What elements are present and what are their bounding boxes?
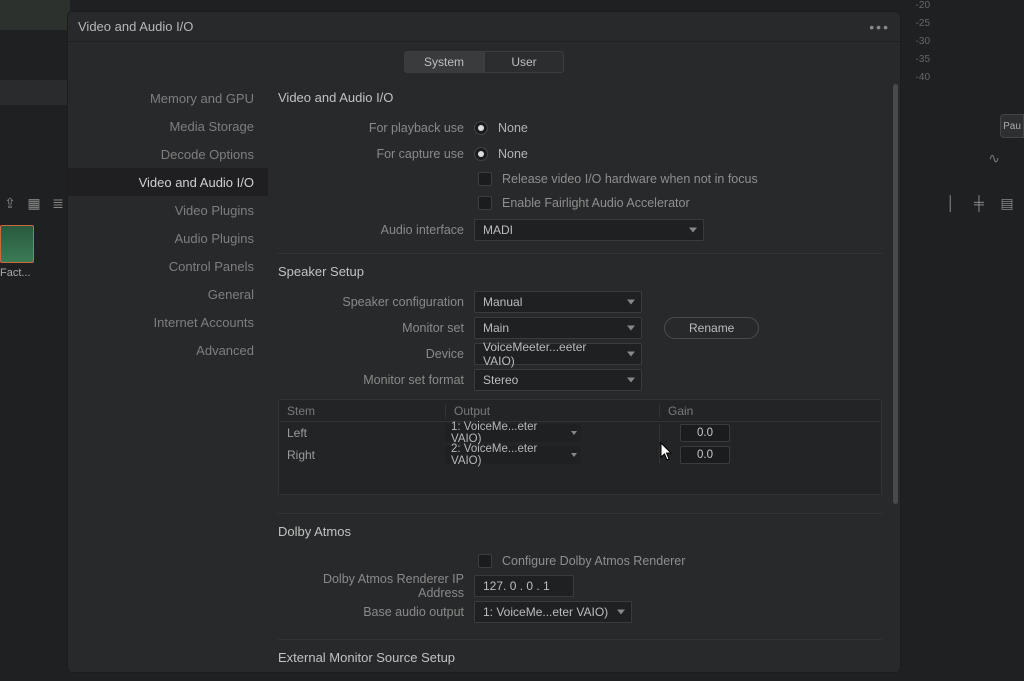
meter-ticks: -20 -25 -30 -35 -40 [916,0,930,90]
mixer-icon[interactable]: ╪ [970,194,988,212]
device-label: Device [278,347,464,361]
col-gain: Gain [659,404,881,418]
layout-icon[interactable]: ▤ [998,194,1016,212]
playback-label: For playback use [278,121,464,135]
monitor-set-format-label: Monitor set format [278,373,464,387]
stem-name: Right [279,448,445,462]
section-external-monitor: External Monitor Source Setup [278,650,882,665]
release-hw-label: Release video I/O hardware when not in f… [502,172,758,186]
configure-atmos-checkbox[interactable] [478,554,492,568]
stem-output-select[interactable]: 1: VoiceMe...eter VAIO) [445,424,581,442]
sidebar-item-internet-accounts[interactable]: Internet Accounts [68,308,268,336]
stem-output-select[interactable]: 2: VoiceMe...eter VAIO) [445,446,581,464]
sidebar-item-advanced[interactable]: Advanced [68,336,268,364]
capture-radio[interactable] [474,147,488,161]
rename-button[interactable]: Rename [664,317,759,339]
speaker-config-select[interactable]: Manual [474,291,642,313]
stem-output-table: Stem Output Gain Left 1: VoiceMe...eter … [278,399,882,495]
dialog-title: Video and Audio I/O [78,19,193,34]
content-scrollbar[interactable] [893,84,898,672]
divider [278,513,882,514]
monitor-set-select[interactable]: Main [474,317,642,339]
waveform-thumb [0,0,70,30]
sidebar-item-video-audio-io[interactable]: Video and Audio I/O [68,168,268,196]
chevron-down-icon [571,431,577,435]
section-video-audio-io: Video and Audio I/O [278,90,882,105]
sidebar-item-media-storage[interactable]: Media Storage [68,112,268,140]
divider [278,639,882,640]
clip-thumbnail[interactable] [0,225,34,263]
options-menu-icon[interactable]: ••• [869,19,890,35]
waveform-thumb-2 [0,80,70,105]
chevron-down-icon [627,378,635,383]
speaker-config-label: Speaker configuration [278,295,464,309]
tab-user[interactable]: User [484,51,564,73]
col-stem: Stem [279,404,445,418]
section-dolby-atmos: Dolby Atmos [278,524,882,539]
chevron-down-icon [617,610,625,615]
col-output: Output [445,404,659,418]
playback-value: None [498,121,528,135]
sidebar-item-video-plugins[interactable]: Video Plugins [68,196,268,224]
line-icon[interactable]: │ [942,194,960,212]
atmos-ip-field[interactable]: 127. 0 . 0 . 1 [474,575,574,597]
gain-input[interactable]: 0.0 [680,446,730,464]
table-row: Left 1: VoiceMe...eter VAIO) 0.0 [279,422,881,444]
capture-value: None [498,147,528,161]
clip-label: Fact... [0,267,31,279]
audio-interface-label: Audio interface [278,223,464,237]
sidebar-item-control-panels[interactable]: Control Panels [68,252,268,280]
capture-label: For capture use [278,147,464,161]
gain-input[interactable]: 0.0 [680,424,730,442]
pause-button[interactable]: Pau [1000,114,1024,138]
view-toolbar: ⇪ ▦ ≣ [0,190,70,216]
monitor-set-label: Monitor set [278,321,464,335]
stem-name: Left [279,426,445,440]
meter-panel: -20 -25 -30 -35 -40 [904,0,1024,200]
section-speaker-setup: Speaker Setup [278,264,882,279]
dialog-titlebar: Video and Audio I/O ••• [68,12,900,42]
fairlight-accel-checkbox[interactable] [478,196,492,210]
preferences-sidebar: Memory and GPU Media Storage Decode Opti… [68,78,268,672]
fairlight-accel-label: Enable Fairlight Audio Accelerator [502,196,690,210]
chevron-down-icon [571,453,577,457]
list-view-icon[interactable]: ≣ [50,195,66,211]
level-tabs: System User [68,46,900,78]
chevron-down-icon [627,300,635,305]
chevron-down-icon [627,352,635,357]
audio-interface-select[interactable]: MADI [474,219,704,241]
base-output-select[interactable]: 1: VoiceMe...eter VAIO) [474,601,632,623]
sidebar-item-audio-plugins[interactable]: Audio Plugins [68,224,268,252]
base-output-label: Base audio output [278,605,464,619]
chevron-down-icon [627,326,635,331]
import-icon[interactable]: ⇪ [2,195,18,211]
automation-icon[interactable]: ∿ [988,150,1000,167]
sidebar-item-memory-gpu[interactable]: Memory and GPU [68,84,268,112]
playback-radio[interactable] [474,121,488,135]
configure-atmos-label: Configure Dolby Atmos Renderer [502,554,685,568]
chevron-down-icon [689,228,697,233]
grid-view-icon[interactable]: ▦ [26,195,42,211]
preferences-content: Video and Audio I/O For playback use Non… [268,78,900,672]
divider [278,253,882,254]
device-select[interactable]: VoiceMeeter...eeter VAIO) [474,343,642,365]
tab-system[interactable]: System [404,51,484,73]
right-iconbar: │ ╪ ▤ [914,188,1024,218]
sidebar-item-decode[interactable]: Decode Options [68,140,268,168]
sidebar-item-general[interactable]: General [68,280,268,308]
table-row: Right 2: VoiceMe...eter VAIO) 0.0 [279,444,881,466]
release-hw-checkbox[interactable] [478,172,492,186]
monitor-set-format-select[interactable]: Stereo [474,369,642,391]
preferences-dialog: Video and Audio I/O ••• System User Memo… [68,12,900,672]
atmos-ip-label: Dolby Atmos Renderer IP Address [278,572,464,600]
